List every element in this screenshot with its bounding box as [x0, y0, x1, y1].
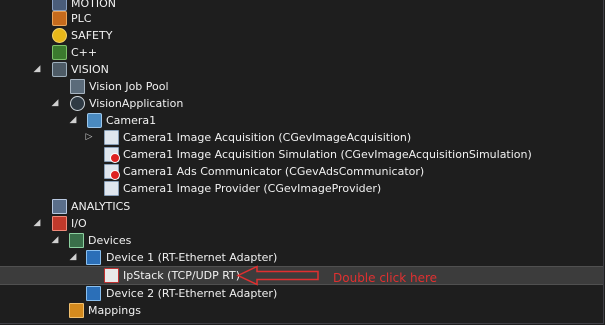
- module-disabled-icon: [104, 164, 120, 180]
- tree-item-device-1[interactable]: ◢ Device 1 (RT-Ethernet Adapter): [0, 249, 603, 266]
- module-disabled-icon: [104, 147, 120, 163]
- tree-item-label: ANALYTICS: [71, 200, 131, 213]
- tree-item-image-acquisition-simulation[interactable]: Camera1 Image Acquisition Simulation (CG…: [0, 146, 603, 163]
- device-icon: [86, 286, 101, 301]
- tree-item-label: PLC: [71, 12, 92, 25]
- devices-icon: [69, 233, 84, 248]
- tree-item-vision[interactable]: ◢ VISION: [0, 61, 603, 78]
- tree-item-devices[interactable]: ◢ Devices: [0, 232, 603, 249]
- collapse-arrow-icon[interactable]: ◢: [68, 115, 78, 125]
- tree-item-label: Camera1 Ads Communicator (CGevAdsCommuni…: [123, 165, 425, 178]
- tree-item-label: IpStack (TCP/UDP RT): [123, 269, 241, 282]
- tree-item-label: Camera1 Image Acquisition Simulation (CG…: [123, 148, 532, 161]
- annotation-text: Double click here: [333, 271, 438, 285]
- tree-item-image-provider[interactable]: Camera1 Image Provider (CGevImageProvide…: [0, 180, 603, 197]
- tree-item-io[interactable]: ◢ I/O: [0, 215, 603, 232]
- tree-item-ipstack[interactable]: IpStack (TCP/UDP RT): [0, 266, 603, 285]
- cpp-icon: [52, 45, 67, 60]
- tree-item-safety[interactable]: SAFETY: [0, 27, 603, 44]
- tree-item-label: Camera1 Image Provider (CGevImageProvide…: [123, 182, 382, 195]
- analytics-icon: [52, 199, 67, 214]
- tree-item-label: VisionApplication: [89, 97, 184, 110]
- tree-item-label: Camera1: [106, 114, 157, 127]
- job-pool-icon: [70, 79, 85, 94]
- plc-icon: [52, 11, 67, 26]
- collapse-arrow-icon[interactable]: ◢: [32, 218, 42, 228]
- module-icon: [104, 130, 119, 145]
- tree-item-label: Camera1 Image Acquisition (CGevImageAcqu…: [123, 131, 412, 144]
- tree-item-device-2[interactable]: Device 2 (RT-Ethernet Adapter): [0, 285, 603, 302]
- tree-item-camera1[interactable]: ◢ Camera1: [0, 112, 603, 129]
- collapse-arrow-icon[interactable]: ◢: [68, 252, 78, 262]
- tree-item-label: Mappings: [88, 304, 141, 317]
- device-icon: [86, 250, 101, 265]
- solution-explorer-tree: MOTION PLC SAFETY C++ ◢ VISION Vision Jo…: [0, 0, 604, 324]
- tree-item-vision-job-pool[interactable]: Vision Job Pool: [0, 78, 603, 95]
- tree-item-cpp[interactable]: C++: [0, 44, 603, 61]
- camera-icon: [87, 113, 102, 128]
- io-icon: [52, 216, 67, 231]
- tree-item-label: I/O: [71, 217, 87, 230]
- tree-item-label: C++: [71, 46, 98, 59]
- vision-icon: [52, 62, 67, 77]
- safety-icon: [52, 28, 67, 43]
- tree-item-plc[interactable]: PLC: [0, 10, 603, 27]
- mappings-icon: [69, 303, 84, 318]
- collapse-arrow-icon[interactable]: ◢: [50, 235, 60, 245]
- tree-item-label: SAFETY: [71, 29, 113, 42]
- tree-item-image-acquisition[interactable]: ▷ Camera1 Image Acquisition (CGevImageAc…: [0, 129, 603, 146]
- vision-application-icon: [70, 96, 85, 111]
- expand-arrow-icon[interactable]: ▷: [84, 132, 94, 142]
- module-icon: [104, 181, 119, 196]
- tree-item-analytics[interactable]: ANALYTICS: [0, 198, 603, 215]
- tree-item-label: Device 2 (RT-Ethernet Adapter): [106, 287, 278, 300]
- tree-item-label: Vision Job Pool: [89, 80, 169, 93]
- tree-item-ads-communicator[interactable]: Camera1 Ads Communicator (CGevAdsCommuni…: [0, 163, 603, 180]
- collapse-arrow-icon[interactable]: ◢: [50, 98, 60, 108]
- tree-item-label: Device 1 (RT-Ethernet Adapter): [106, 251, 278, 264]
- collapse-arrow-icon[interactable]: ◢: [32, 64, 42, 74]
- tree-item-label: VISION: [71, 63, 109, 76]
- ipstack-icon: [104, 268, 119, 283]
- tree-item-label: Devices: [88, 234, 132, 247]
- tree-item-vision-application[interactable]: ◢ VisionApplication: [0, 95, 603, 112]
- tree-item-mappings[interactable]: Mappings: [0, 302, 603, 319]
